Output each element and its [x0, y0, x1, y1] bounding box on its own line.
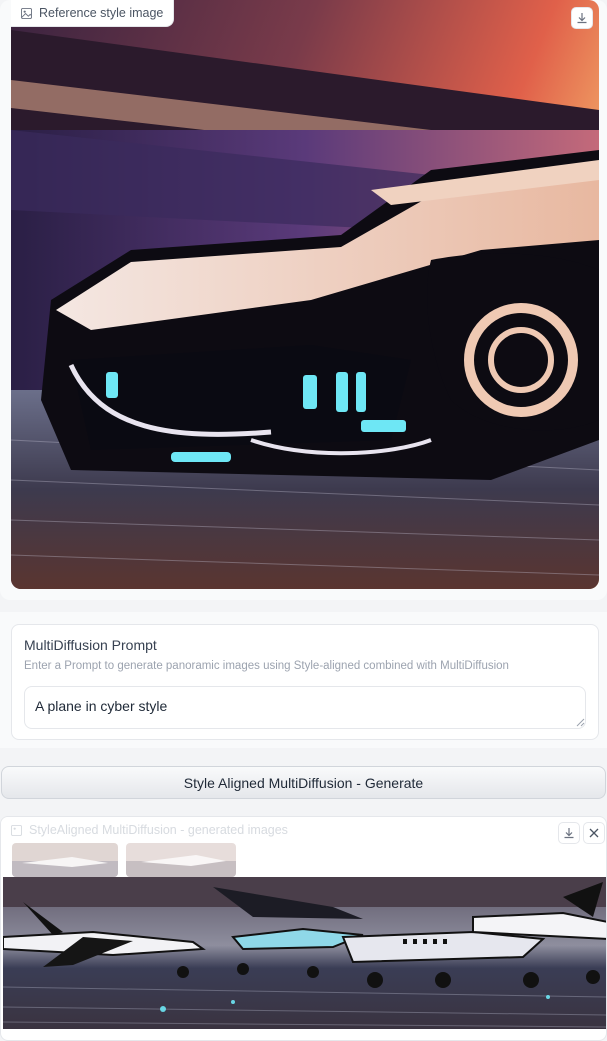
gallery-thumbnail[interactable] — [12, 843, 118, 877]
gallery-label: StyleAligned MultiDiffusion - generated … — [1, 817, 298, 843]
reference-image-block: Reference style image — [0, 0, 607, 600]
resize-handle-icon[interactable] — [575, 717, 585, 727]
planes-panorama-artwork — [3, 877, 606, 1029]
download-icon — [564, 828, 574, 839]
generated-panorama-image[interactable] — [3, 877, 606, 1029]
gallery-label-text: StyleAligned MultiDiffusion - generated … — [29, 823, 288, 837]
close-icon — [589, 828, 599, 838]
gallery-thumbnail[interactable] — [126, 843, 236, 877]
prompt-input[interactable]: A plane in cyber style — [24, 686, 586, 729]
reference-image[interactable] — [11, 0, 599, 589]
prompt-panel: MultiDiffusion Prompt Enter a Prompt to … — [11, 624, 599, 740]
reference-car-artwork — [11, 0, 599, 589]
reference-download-button[interactable] — [571, 7, 593, 29]
thumbnail-image — [12, 843, 118, 877]
reference-image-label: Reference style image — [11, 0, 175, 27]
image-icon — [11, 824, 22, 836]
thumbnail-image — [126, 843, 236, 877]
gallery-close-button[interactable] — [583, 822, 605, 844]
reference-image-label-text: Reference style image — [39, 6, 164, 20]
generate-button[interactable]: Style Aligned MultiDiffusion - Generate — [1, 766, 606, 799]
gallery-download-button[interactable] — [558, 822, 580, 844]
generated-gallery: StyleAligned MultiDiffusion - generated … — [0, 816, 607, 1041]
image-icon — [21, 7, 32, 19]
prompt-info: Enter a Prompt to generate panoramic ima… — [24, 660, 509, 672]
download-icon — [577, 13, 587, 24]
prompt-label: MultiDiffusion Prompt — [24, 637, 157, 653]
prompt-block: MultiDiffusion Prompt Enter a Prompt to … — [0, 612, 607, 748]
